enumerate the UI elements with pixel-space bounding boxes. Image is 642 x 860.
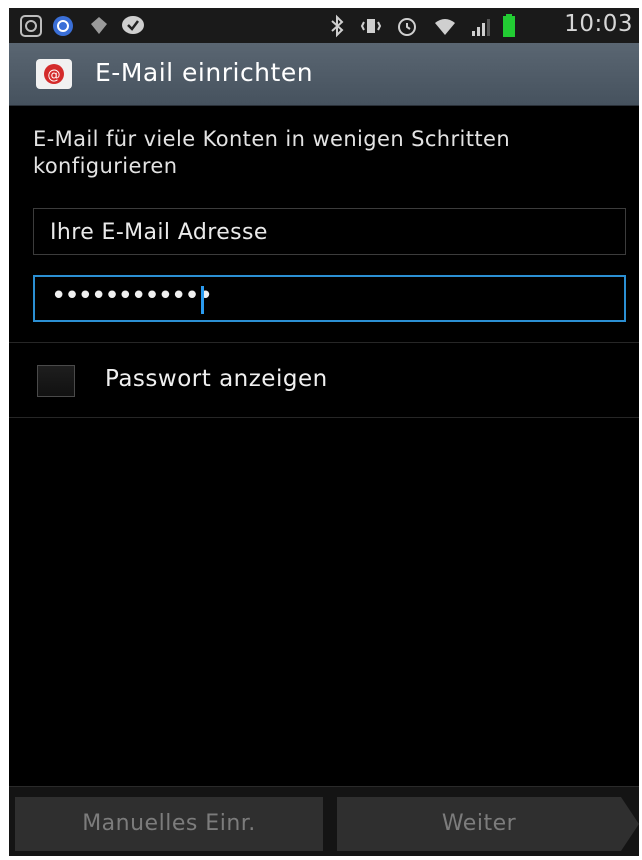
sync-app-icon (53, 16, 73, 36)
alarm-icon (398, 18, 416, 36)
battery-icon (503, 14, 515, 37)
svg-text:@: @ (48, 68, 61, 83)
page-title: E-Mail einrichten (95, 58, 314, 87)
wifi-icon (435, 19, 455, 35)
vibrate-icon (360, 19, 382, 33)
email-app-icon: @ (36, 59, 72, 89)
bluetooth-icon (331, 14, 344, 38)
puzzle-app-icon (91, 17, 107, 34)
email-field[interactable]: Ihre E-Mail Adresse (33, 208, 626, 255)
password-field[interactable]: •••••••••••• (33, 275, 626, 322)
manual-setup-button[interactable]: Manuelles Einr. (15, 797, 323, 851)
show-password-checkbox[interactable] (37, 365, 75, 397)
show-password-label: Passwort anzeigen (105, 366, 328, 392)
signal-icon (472, 19, 490, 36)
setup-description: E-Mail für viele Konten in wenigen Schri… (33, 127, 511, 178)
chat-check-icon (122, 16, 144, 34)
bottom-button-bar: Manuelles Einr. Weiter (9, 786, 639, 856)
action-bar: @ E-Mail einrichten (9, 43, 639, 106)
status-bar: 10:03 (9, 8, 639, 43)
phone-screen: 10:03 @ E-Mail einrichten E-Mail für vie… (9, 8, 639, 856)
show-password-row[interactable]: Passwort anzeigen (9, 342, 639, 417)
text-cursor (201, 286, 204, 314)
next-button[interactable]: Weiter (337, 797, 621, 851)
android-notification-icon (20, 15, 42, 37)
divider (9, 417, 639, 418)
status-time: 10:03 (564, 11, 633, 37)
email-field-value: Ihre E-Mail Adresse (50, 220, 268, 245)
password-field-value: •••••••••••• (51, 281, 213, 311)
next-button-arrow (621, 797, 639, 851)
